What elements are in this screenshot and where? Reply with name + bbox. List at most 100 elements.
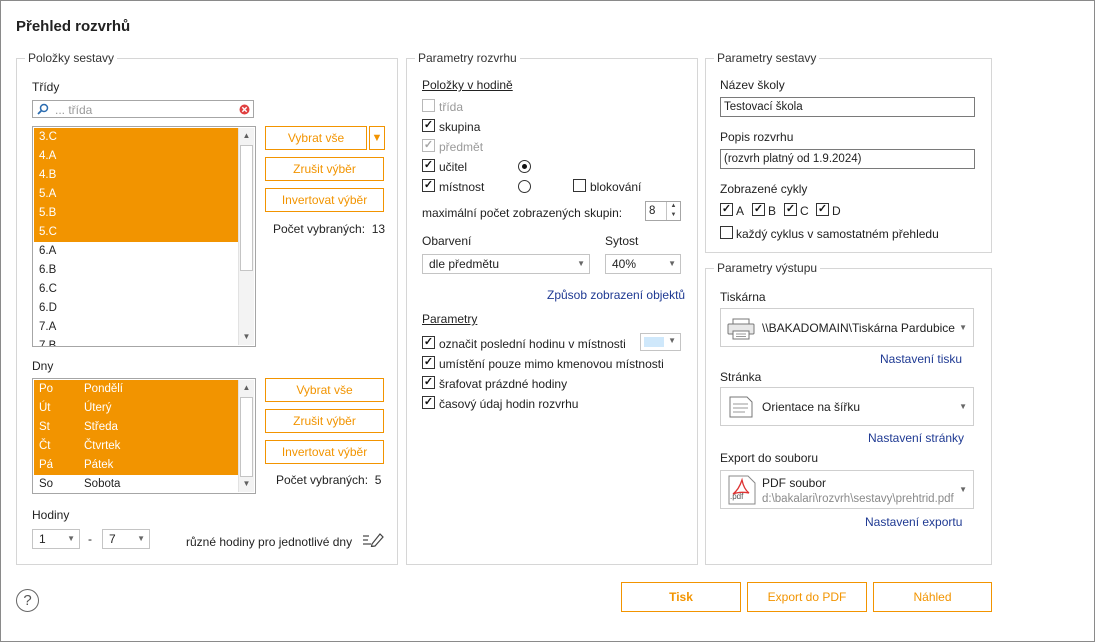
preview-button[interactable]: Náhled [873,582,992,612]
classes-select-all-button[interactable]: Vybrat vše [265,126,367,150]
per-day-hours-label: různé hodiny pro jednotlivé dny [186,535,353,549]
each-cycle-label: každý cyklus v samostatném přehledu [736,227,939,241]
day-list-item[interactable]: Pá Pátek [34,456,239,475]
cycle-c-checkbox[interactable]: ✓ [784,203,797,216]
day-list-item[interactable]: So Sobota [34,475,239,493]
outside-homeroom-label: umístění pouze mimo kmenovou místnosti [439,357,664,371]
printer-icon [727,318,755,343]
last-hour-checkbox[interactable]: ✓ [422,336,435,349]
max-groups-stepper[interactable]: 8 ▲ ▼ [645,201,681,221]
saturation-select[interactable]: 40% ▼ [605,254,681,274]
school-name-input[interactable]: Testovací škola [720,97,975,117]
day-list-scrollbar[interactable]: ▲ ▼ [238,380,254,492]
mistnost-radio[interactable] [518,180,531,193]
export-pdf-button[interactable]: Export do PDF [747,582,867,612]
days-invert-button[interactable]: Invertovat výběr [265,440,384,464]
classes-count-label: Počet vybraných: [273,222,366,236]
classes-deselect-button[interactable]: Zrušit výběr [265,157,384,181]
printer-select[interactable]: \\BAKADOMAIN\Tiskárna Pardubice ▼ [720,308,974,347]
clear-search-icon[interactable] [239,104,250,118]
params-title: Parametry [422,312,478,326]
help-icon[interactable]: ? [16,589,39,612]
scroll-up-icon[interactable]: ▲ [239,380,254,396]
print-button[interactable]: Tisk [621,582,741,612]
day-name: Pátek [84,459,114,471]
coloring-select[interactable]: dle předmětu ▼ [422,254,590,274]
ucitel-radio[interactable] [518,160,531,173]
printer-value: \\BAKADOMAIN\Tiskárna Pardubice [762,321,955,335]
class-list-item[interactable]: 4.A [34,147,239,166]
pdf-icon-ext: .pdf [730,492,744,501]
page-icon [729,396,753,421]
days-count-label: Počet vybraných: [276,473,369,487]
day-list-item[interactable]: St Středa [34,418,239,437]
export-select[interactable]: .pdf PDF soubor d:\bakalari\rozvrh\sesta… [720,470,974,509]
time-info-checkbox[interactable]: ✓ [422,396,435,409]
classes-count: Počet vybraných: 13 [273,222,385,236]
last-hour-label: označit poslední hodinu v místnosti [439,337,626,351]
stepper-up-icon[interactable]: ▲ [666,202,680,211]
search-placeholder: ... třída [55,103,93,117]
class-list-item[interactable]: 5.C [34,223,239,242]
trida-checkbox[interactable] [422,99,435,112]
class-list-item[interactable]: 6.D [34,299,239,318]
ucitel-checkbox[interactable]: ✓ [422,159,435,172]
class-list-item[interactable]: 5.A [34,185,239,204]
cycle-a-label: A [736,204,745,218]
cycle-d-label: D [832,204,841,218]
export-settings-link[interactable]: Nastavení exportu [865,515,962,529]
hours-to-select[interactable]: 7 ▼ [102,529,150,549]
cycle-b-checkbox[interactable]: ✓ [752,203,765,216]
page-value: Orientace na šířku [762,400,861,414]
chevron-down-icon: ▼ [959,485,967,494]
edit-list-icon[interactable] [362,531,384,550]
classes-select-dropdown-icon[interactable]: ▼ [369,126,385,150]
each-cycle-checkbox[interactable] [720,226,733,239]
class-list-item[interactable]: 6.B [34,261,239,280]
class-list[interactable]: 3.C 4.A 4.B 5.A 5.B 5.C 6.A 6.B 6.C 6.D 7.A 7.B ▲ ▼ [32,126,256,347]
scroll-down-icon[interactable]: ▼ [239,329,254,345]
day-abbr: So [39,478,54,490]
class-list-item[interactable]: 5.B [34,204,239,223]
schedule-desc-input[interactable]: (rozvrh platný od 1.9.2024) [720,149,975,169]
hours-from-select[interactable]: 1 ▼ [32,529,80,549]
scroll-thumb[interactable] [240,145,253,271]
report-params-legend: Parametry sestavy [717,51,817,65]
day-list[interactable]: Po Pondělí Út Úterý St Středa Čt Čtvrtek Pá Pátek… [32,378,256,494]
day-list-item[interactable]: Po Pondělí [34,380,239,399]
classes-invert-button[interactable]: Invertovat výběr [265,188,384,212]
hours-to-value: 7 [109,532,116,546]
blokovani-checkbox[interactable] [573,179,586,192]
mistnost-checkbox[interactable]: ✓ [422,179,435,192]
stepper-down-icon[interactable]: ▼ [666,211,680,220]
page-settings-link[interactable]: Nastavení stránky [868,431,964,445]
predmet-checkbox[interactable]: ✓ [422,139,435,152]
class-list-item[interactable]: 3.C [34,128,239,147]
print-settings-link[interactable]: Nastavení tisku [880,352,962,366]
hatch-empty-checkbox[interactable]: ✓ [422,376,435,389]
class-list-item[interactable]: 6.C [34,280,239,299]
days-select-all-button[interactable]: Vybrat vše [265,378,384,402]
class-list-item[interactable]: 7.B [34,337,239,346]
outside-homeroom-checkbox[interactable]: ✓ [422,356,435,369]
days-deselect-button[interactable]: Zrušit výběr [265,409,384,433]
class-list-item[interactable]: 4.B [34,166,239,185]
day-name: Sobota [84,478,121,490]
skupina-checkbox[interactable]: ✓ [422,119,435,132]
class-list-scrollbar[interactable]: ▲ ▼ [238,128,254,345]
day-abbr: Út [39,402,51,414]
display-mode-link[interactable]: Způsob zobrazení objektů [547,288,685,302]
hours-from-value: 1 [39,532,46,546]
last-hour-color-picker[interactable]: ▼ [640,333,681,351]
cycle-a-checkbox[interactable]: ✓ [720,203,733,216]
class-list-item[interactable]: 7.A [34,318,239,337]
cycle-d-checkbox[interactable]: ✓ [816,203,829,216]
day-list-item[interactable]: Čt Čtvrtek [34,437,239,456]
class-list-item[interactable]: 6.A [34,242,239,261]
class-search-input[interactable]: ... třída [32,100,254,118]
day-list-item[interactable]: Út Úterý [34,399,239,418]
scroll-up-icon[interactable]: ▲ [239,128,254,144]
page-select[interactable]: Orientace na šířku ▼ [720,387,974,426]
scroll-down-icon[interactable]: ▼ [239,476,254,492]
scroll-thumb[interactable] [240,397,253,477]
